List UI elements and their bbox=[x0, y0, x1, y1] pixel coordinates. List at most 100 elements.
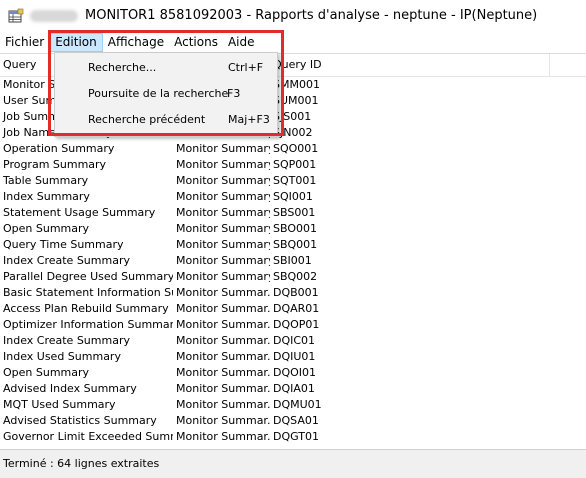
table-row[interactable]: Table Summary Monitor Summary SQT001 bbox=[0, 173, 586, 189]
table-row[interactable]: Advised Index Summary Monitor Summar... DQ… bbox=[0, 381, 586, 397]
query-id-cell: DQB001 bbox=[273, 286, 319, 299]
table-row[interactable]: Index Create Summary Monitor Summar... DQI… bbox=[0, 333, 586, 349]
query-cell: Open Summary bbox=[3, 366, 90, 379]
table-row[interactable]: Statement Usage Summary Monitor Summary SB… bbox=[0, 205, 586, 221]
type-cell: Monitor Summary bbox=[176, 254, 270, 267]
query-cell: Statement Usage Summary bbox=[3, 206, 156, 219]
query-cell: Basic Statement Information Su... bbox=[3, 286, 173, 299]
menu-item-poursuite[interactable]: Poursuite de la recherche F3 bbox=[55, 81, 277, 107]
title-bar: MONITOR1 8581092003 - Rapports d'analyse… bbox=[0, 0, 586, 32]
status-text: Terminé : 64 lignes extraites bbox=[3, 457, 160, 470]
query-id-cell: SBQ001 bbox=[273, 238, 318, 251]
table-row[interactable]: Program Summary Monitor Summary SQP001 bbox=[0, 157, 586, 173]
redacted-system-name bbox=[30, 10, 78, 22]
type-cell: Monitor Summary bbox=[176, 206, 270, 219]
query-id-cell: DQGT01 bbox=[273, 430, 319, 443]
query-id-cell: DQOI01 bbox=[273, 366, 317, 379]
query-cell: Advised Index Summary bbox=[3, 382, 137, 395]
query-id-cell: DQAR01 bbox=[273, 302, 320, 315]
menu-item-shortcut: Ctrl+F bbox=[228, 61, 264, 74]
menu-aide[interactable]: Aide bbox=[223, 33, 260, 52]
type-cell: Monitor Summary bbox=[176, 190, 270, 203]
query-cell: Parallel Degree Used Summary bbox=[3, 270, 173, 283]
type-cell: Monitor Summar... bbox=[176, 350, 270, 363]
menu-item-recherche-precedent[interactable]: Recherche précédent Maj+F3 bbox=[55, 107, 277, 133]
menu-item-shortcut: Maj+F3 bbox=[228, 113, 270, 126]
query-cell: Index Create Summary bbox=[3, 334, 130, 347]
query-cell: Table Summary bbox=[3, 174, 89, 187]
table-row[interactable]: Open Summary Monitor Summar... DQOI01 bbox=[0, 365, 586, 381]
query-id-cell: SJN002 bbox=[273, 126, 313, 139]
menu-item-label: Recherche précédent bbox=[88, 113, 206, 126]
column-header-query-id[interactable]: Query ID bbox=[270, 54, 550, 76]
menu-edition[interactable]: Edition bbox=[49, 33, 103, 52]
query-id-cell: DQOP01 bbox=[273, 318, 320, 331]
query-id-cell: SBI001 bbox=[273, 254, 312, 267]
query-cell: Operation Summary bbox=[3, 142, 115, 155]
type-cell: Monitor Summary bbox=[176, 238, 270, 251]
window-title: MONITOR1 8581092003 - Rapports d'analyse… bbox=[85, 8, 538, 23]
type-cell: Monitor Summary bbox=[176, 174, 270, 187]
table-row[interactable]: Index Create Summary Monitor Summary SBI00… bbox=[0, 253, 586, 269]
query-cell: Governor Limit Exceeded Summary bbox=[3, 430, 173, 443]
query-id-cell: SQT001 bbox=[273, 174, 317, 187]
type-cell: Monitor Summar... bbox=[176, 286, 270, 299]
menu-affichage[interactable]: Affichage bbox=[103, 33, 169, 52]
query-cell: Index Used Summary bbox=[3, 350, 121, 363]
type-cell: Monitor Summar... bbox=[176, 302, 270, 315]
query-id-cell: SBS001 bbox=[273, 206, 316, 219]
type-cell: Monitor Summary bbox=[176, 270, 270, 283]
type-cell: Monitor Summar... bbox=[176, 414, 270, 427]
query-cell: Program Summary bbox=[3, 158, 107, 171]
table-row[interactable]: Advised Statistics Summary Monitor Summar… bbox=[0, 413, 586, 429]
table-row[interactable]: Index Summary Monitor Summary SQI001 bbox=[0, 189, 586, 205]
table-row[interactable]: Operation Summary Monitor Summary SQO001 bbox=[0, 141, 586, 157]
type-cell: Monitor Summary bbox=[176, 142, 270, 155]
query-id-cell: SBQ002 bbox=[273, 270, 318, 283]
menu-actions[interactable]: Actions bbox=[169, 33, 223, 52]
table-row[interactable]: MQT Used Summary Monitor Summar... DQMU01 bbox=[0, 397, 586, 413]
edition-dropdown-menu: Recherche... Ctrl+F Poursuite de la rech… bbox=[54, 52, 278, 137]
query-cell: Query Time Summary bbox=[3, 238, 124, 251]
query-cell: Open Summary bbox=[3, 222, 90, 235]
query-id-cell: DQMU01 bbox=[273, 398, 322, 411]
query-cell: Index Create Summary bbox=[3, 254, 130, 267]
query-id-cell: DQIU01 bbox=[273, 350, 316, 363]
query-cell: Index Summary bbox=[3, 190, 90, 203]
table-row[interactable]: Basic Statement Information Su... Monitor… bbox=[0, 285, 586, 301]
query-id-cell: DQIC01 bbox=[273, 334, 316, 347]
menu-item-shortcut: F3 bbox=[227, 87, 241, 100]
query-cell: Access Plan Rebuild Summary bbox=[3, 302, 169, 315]
type-cell: Monitor Summar... bbox=[176, 366, 270, 379]
type-cell: Monitor Summar... bbox=[176, 430, 270, 443]
type-cell: Monitor Summar... bbox=[176, 318, 270, 331]
menu-bar: Fichier Edition Affichage Actions Aide bbox=[0, 33, 586, 52]
menu-item-recherche[interactable]: Recherche... Ctrl+F bbox=[55, 55, 277, 81]
query-cell: MQT Used Summary bbox=[3, 398, 116, 411]
query-id-cell: SJS001 bbox=[273, 110, 312, 123]
type-cell: Monitor Summary bbox=[176, 158, 270, 171]
table-app-icon[interactable] bbox=[8, 8, 24, 24]
query-id-cell: SMM001 bbox=[273, 78, 320, 91]
type-cell: Monitor Summar... bbox=[176, 334, 270, 347]
table-row[interactable]: Open Summary Monitor Summary SBO001 bbox=[0, 221, 586, 237]
menu-fichier[interactable]: Fichier bbox=[0, 33, 49, 52]
query-id-cell: SQP001 bbox=[273, 158, 317, 171]
type-cell: Monitor Summary bbox=[176, 222, 270, 235]
table-row[interactable]: Query Time Summary Monitor Summary SBQ001 bbox=[0, 237, 586, 253]
table-row[interactable]: Optimizer Information Summary Monitor Sum… bbox=[0, 317, 586, 333]
query-id-cell: DQIA01 bbox=[273, 382, 315, 395]
table-row[interactable]: Governor Limit Exceeded SummaryMonitor S… bbox=[0, 429, 586, 445]
type-cell: Monitor Summar... bbox=[176, 382, 270, 395]
query-id-cell: SUM001 bbox=[273, 94, 319, 107]
table-row[interactable]: Index Used Summary Monitor Summar... DQIU0… bbox=[0, 349, 586, 365]
query-id-cell: SBO001 bbox=[273, 222, 317, 235]
type-cell: Monitor Summar... bbox=[176, 398, 270, 411]
query-cell: Advised Statistics Summary bbox=[3, 414, 157, 427]
table-row[interactable]: Parallel Degree Used Summary Monitor Summ… bbox=[0, 269, 586, 285]
menu-item-label: Poursuite de la recherche bbox=[88, 87, 229, 100]
table-row[interactable]: Access Plan Rebuild Summary Monitor Summa… bbox=[0, 301, 586, 317]
menu-item-label: Recherche... bbox=[88, 61, 157, 74]
query-id-cell: DQSA01 bbox=[273, 414, 319, 427]
query-id-cell: SQO001 bbox=[273, 142, 319, 155]
